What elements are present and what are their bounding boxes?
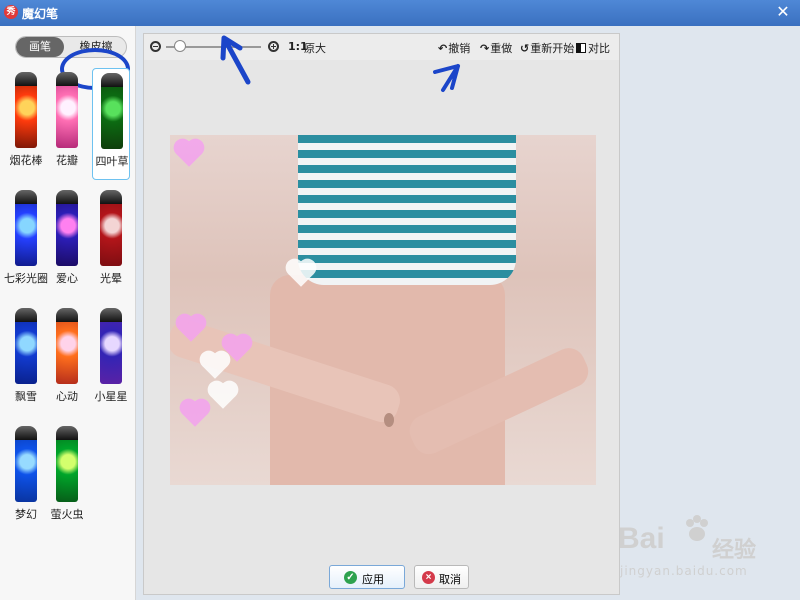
brush-item[interactable]: 飘雪 bbox=[7, 304, 45, 416]
apply-label: 应用 bbox=[362, 574, 384, 586]
brush-tube-icon bbox=[100, 308, 122, 384]
brush-tube-icon bbox=[56, 308, 78, 384]
brush-cap bbox=[100, 308, 122, 322]
cancel-x-icon: × bbox=[422, 571, 435, 584]
brush-body bbox=[100, 204, 122, 266]
brush-body bbox=[15, 204, 37, 266]
restart-button[interactable]: ↺重新开始 bbox=[520, 40, 574, 56]
zoom-slider-thumb[interactable] bbox=[174, 40, 186, 52]
brush-tube-icon bbox=[15, 72, 37, 148]
tab-eraser[interactable]: 橡皮擦 bbox=[64, 37, 126, 57]
compare-icon bbox=[576, 43, 586, 53]
brush-tube-icon bbox=[15, 308, 37, 384]
brush-body bbox=[100, 322, 122, 384]
title-bar: 秀 魔幻笔 ✕ bbox=[0, 0, 800, 26]
brush-item[interactable]: 七彩光圈 bbox=[4, 186, 48, 298]
close-icon[interactable]: ✕ bbox=[774, 3, 792, 21]
editor-panel: 1:1 原大 ↶撤销 ↷重做 ↺重新开始 对比 ✓ 应用 × 取消 bbox=[143, 33, 620, 595]
brush-cap bbox=[15, 190, 37, 204]
brush-tube-icon bbox=[15, 426, 37, 502]
striped-shirt bbox=[298, 135, 516, 285]
brush-item[interactable]: 四叶草 bbox=[92, 68, 130, 180]
brush-label: 花瓣 bbox=[56, 154, 78, 167]
brush-tube-icon bbox=[56, 72, 78, 148]
restart-label: 重新开始 bbox=[530, 42, 575, 55]
brush-sidebar: 画笔 橡皮擦 烟花棒 花瓣 四叶草七彩光圈 爱心 光晕飘雪 心动 小星星梦幻 萤火虫 bbox=[0, 26, 136, 600]
checkmark-icon: ✓ bbox=[344, 571, 357, 584]
brush-item[interactable]: 小星星 bbox=[92, 304, 130, 416]
brush-body bbox=[15, 86, 37, 148]
window-title: 魔幻笔 bbox=[22, 7, 59, 21]
brush-tube-icon bbox=[56, 190, 78, 266]
watermark-logo: Bai bbox=[618, 522, 665, 555]
editor-toolbar: 1:1 原大 ↶撤销 ↷重做 ↺重新开始 对比 bbox=[144, 34, 619, 60]
brush-item[interactable]: 心动 bbox=[48, 304, 86, 416]
watermark-suffix: 经验 bbox=[712, 538, 757, 563]
brush-body bbox=[56, 440, 78, 502]
redo-label: 重做 bbox=[490, 42, 513, 55]
redo-icon: ↷ bbox=[480, 42, 490, 55]
brush-item[interactable]: 梦幻 bbox=[7, 422, 45, 534]
original-size-label[interactable]: 原大 bbox=[304, 40, 326, 56]
brush-cap bbox=[56, 190, 78, 204]
brush-cap bbox=[101, 73, 123, 87]
brush-label: 四叶草 bbox=[95, 155, 129, 168]
heart-sparkle bbox=[202, 353, 228, 379]
brush-body bbox=[15, 440, 37, 502]
tab-brush[interactable]: 画笔 bbox=[16, 37, 64, 57]
brush-label: 爱心 bbox=[56, 272, 78, 285]
brush-tube-icon bbox=[56, 426, 78, 502]
brush-label: 小星星 bbox=[94, 390, 128, 403]
brush-body bbox=[101, 87, 123, 149]
undo-icon: ↶ bbox=[438, 42, 448, 55]
brush-label: 光晕 bbox=[100, 272, 122, 285]
brush-tube-icon bbox=[101, 73, 123, 149]
brush-item[interactable]: 烟花棒 bbox=[7, 68, 45, 180]
cancel-button[interactable]: × 取消 bbox=[414, 565, 469, 589]
brush-label: 心动 bbox=[56, 390, 78, 403]
app-icon: 秀 bbox=[4, 5, 18, 19]
brush-mode-tabs: 画笔 橡皮擦 bbox=[15, 36, 127, 58]
brush-body bbox=[15, 322, 37, 384]
undo-button[interactable]: ↶撤销 bbox=[438, 40, 470, 56]
brush-body bbox=[56, 204, 78, 266]
brush-cap bbox=[15, 426, 37, 440]
compare-button[interactable]: 对比 bbox=[576, 40, 610, 56]
zoom-in-icon[interactable] bbox=[268, 41, 279, 52]
brush-cap bbox=[56, 72, 78, 86]
watermark: Bai 经验 jingyan.baidu.com bbox=[618, 514, 768, 584]
navel bbox=[384, 413, 394, 427]
zoom-out-icon[interactable] bbox=[150, 41, 161, 52]
photo-canvas[interactable] bbox=[170, 135, 596, 485]
undo-label: 撤销 bbox=[448, 42, 471, 55]
brush-tube-icon bbox=[15, 190, 37, 266]
restart-icon: ↺ bbox=[520, 42, 530, 55]
heart-sparkle bbox=[210, 383, 236, 409]
cancel-label: 取消 bbox=[439, 574, 461, 586]
brush-item[interactable]: 光晕 bbox=[92, 186, 130, 298]
brush-cap bbox=[100, 190, 122, 204]
heart-sparkle bbox=[182, 401, 208, 427]
brush-cap bbox=[56, 426, 78, 440]
apply-button[interactable]: ✓ 应用 bbox=[329, 565, 405, 589]
brush-item[interactable]: 花瓣 bbox=[48, 68, 86, 180]
brush-body bbox=[56, 86, 78, 148]
watermark-url: jingyan.baidu.com bbox=[620, 564, 748, 578]
brush-body bbox=[56, 322, 78, 384]
brush-tube-icon bbox=[100, 190, 122, 266]
brush-item[interactable]: 萤火虫 bbox=[48, 422, 86, 534]
redo-button[interactable]: ↷重做 bbox=[480, 40, 512, 56]
brush-item[interactable]: 爱心 bbox=[48, 186, 86, 298]
brush-cap bbox=[15, 72, 37, 86]
brush-cap bbox=[56, 308, 78, 322]
heart-sparkle bbox=[176, 141, 202, 167]
paw-icon bbox=[686, 515, 708, 541]
brush-cap bbox=[15, 308, 37, 322]
brush-label: 萤火虫 bbox=[50, 508, 84, 521]
compare-label: 对比 bbox=[588, 42, 610, 55]
